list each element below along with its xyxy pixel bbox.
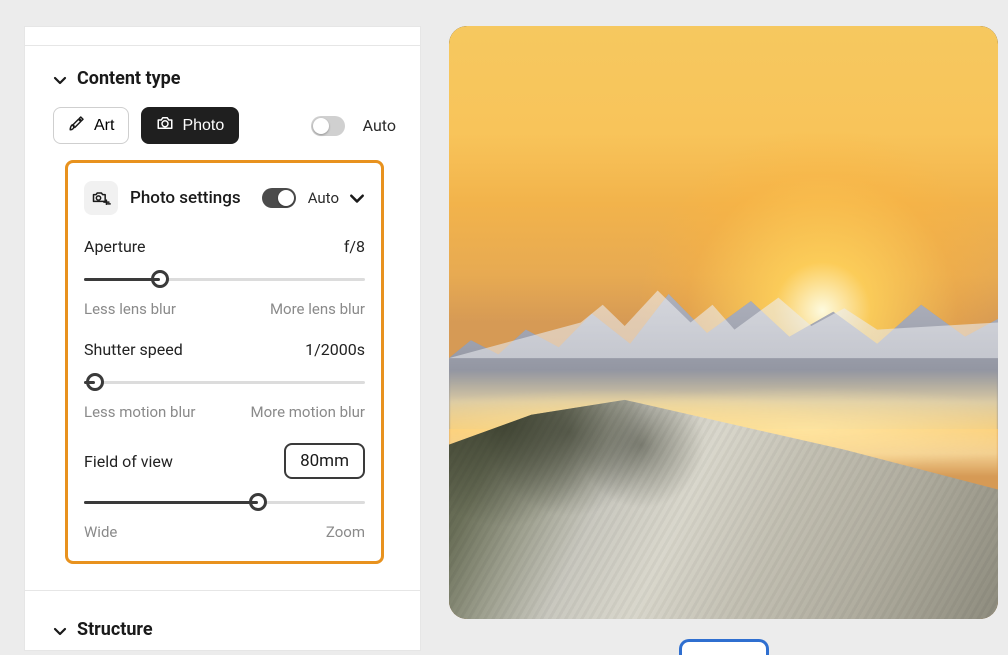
fov-hint-high: Zoom [326, 523, 365, 541]
fov-hint-low: Wide [84, 523, 117, 541]
photo-settings-auto-label: Auto [308, 189, 339, 207]
photo-button[interactable]: Photo [141, 107, 239, 144]
aperture-hint-low: Less lens blur [84, 300, 176, 318]
shutter-label: Shutter speed [84, 340, 183, 359]
chevron-down-icon [53, 72, 67, 86]
panel-divider [25, 27, 420, 46]
art-label: Art [94, 117, 114, 135]
photo-settings-panel: Photo settings Auto Aperture f/8 [65, 160, 384, 564]
art-button[interactable]: Art [53, 107, 129, 144]
shutter-hint-low: Less motion blur [84, 403, 195, 421]
camera-settings-icon [84, 181, 118, 215]
shutter-value: 1/2000s [305, 340, 365, 359]
shutter-slider[interactable] [84, 373, 365, 391]
content-type-auto-toggle[interactable] [311, 116, 345, 136]
image-preview [449, 26, 998, 651]
section-structure: Structure [25, 570, 420, 640]
content-type-row: Art Photo Auto [53, 107, 396, 144]
section-content-type: Content type Art Photo Auto [25, 46, 420, 570]
aperture-control: Aperture f/8 Less lens blur More lens bl… [84, 237, 365, 318]
fov-slider[interactable] [84, 493, 365, 511]
chevron-down-icon[interactable] [349, 190, 365, 206]
brush-icon [68, 114, 86, 137]
aperture-slider[interactable] [84, 270, 365, 288]
shutter-hint-high: More motion blur [250, 403, 365, 421]
aperture-value: f/8 [344, 237, 365, 256]
fov-control: Field of view 80mm Wide Zoom [84, 443, 365, 541]
aperture-label: Aperture [84, 237, 146, 256]
fov-value-input[interactable]: 80mm [284, 443, 365, 479]
settings-sidebar: Content type Art Photo Auto [24, 26, 421, 651]
photo-label: Photo [182, 117, 224, 135]
selection-handle[interactable] [679, 639, 769, 655]
photo-settings-header: Photo settings Auto [84, 181, 365, 215]
aperture-hint-high: More lens blur [270, 300, 365, 318]
camera-icon [156, 114, 174, 137]
photo-settings-auto-toggle[interactable] [262, 188, 296, 208]
shutter-control: Shutter speed 1/2000s Less motion blur M… [84, 340, 365, 421]
section-toggle-content-type[interactable]: Content type [53, 68, 396, 89]
content-type-auto-label: Auto [363, 116, 396, 135]
fov-label: Field of view [84, 452, 173, 471]
section-title: Structure [77, 619, 153, 640]
section-title: Content type [77, 68, 181, 89]
chevron-down-icon [53, 623, 67, 637]
section-toggle-structure[interactable]: Structure [53, 619, 396, 640]
photo-settings-title: Photo settings [130, 188, 241, 208]
generated-image[interactable] [449, 26, 998, 619]
